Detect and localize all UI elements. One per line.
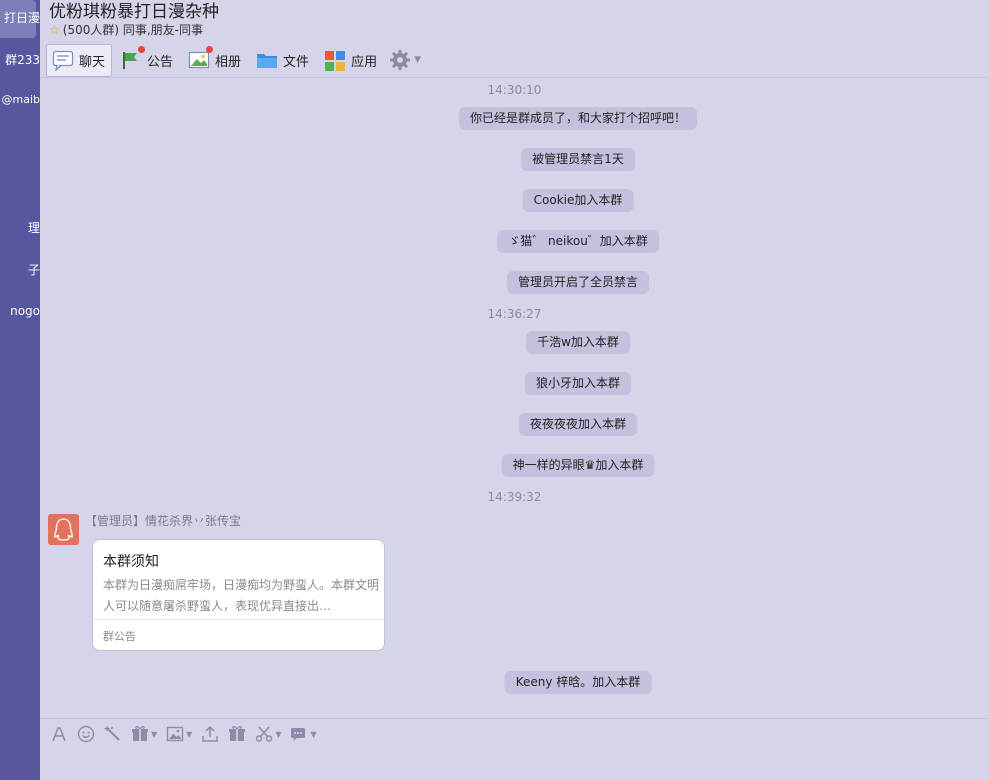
sidebar-item-contact[interactable]: 子	[0, 261, 40, 278]
sender-name[interactable]: 【管理员】情花杀界丷张传宝	[85, 512, 241, 529]
upload-icon	[202, 725, 219, 742]
system-message: Keeny 梓晗。加入本群	[504, 671, 652, 694]
font-icon	[52, 727, 66, 742]
card-divider	[93, 619, 384, 620]
system-message: 被管理员禁言1天	[521, 148, 635, 171]
chevron-down-icon: ▼	[186, 729, 193, 739]
tab-label: 公告	[147, 54, 174, 70]
gift-box-icon	[132, 726, 148, 741]
group-title: 优粉琪粉暴打日漫杂种	[49, 2, 219, 22]
scissors-icon	[256, 726, 273, 742]
emoji-button[interactable]	[77, 725, 95, 743]
tab-apps[interactable]: 应用	[318, 44, 384, 77]
sidebar-item-contact[interactable]: nogo	[0, 304, 40, 318]
settings-menu-button[interactable]: ▼	[386, 44, 428, 77]
message-input[interactable]	[40, 748, 989, 780]
sidebar-item-contact[interactable]: @maib	[0, 93, 41, 106]
group-tabs: 聊天 公告 相册 文件 应用 ▼	[46, 43, 430, 77]
gift-icon	[229, 726, 246, 741]
tab-chat[interactable]: 聊天	[46, 43, 113, 77]
system-message: 管理员开启了全员禁言	[506, 271, 650, 294]
emoji-icon	[77, 725, 95, 743]
timestamp: 14:30:10	[487, 83, 542, 97]
message-list[interactable]: 14:30:10 你已经是群成员了，和大家打个招呼吧！ 被管理员禁言1天 Coo…	[40, 78, 989, 718]
chevron-down-icon: ▼	[310, 729, 317, 739]
upload-file-button[interactable]	[201, 725, 219, 743]
photo-album-icon	[188, 46, 214, 71]
tab-label: 相册	[215, 54, 242, 70]
announcement-footer: 群公告	[103, 630, 136, 643]
system-message: 千浩w加入本群	[526, 331, 630, 354]
system-message: Cookie加入本群	[522, 189, 634, 212]
input-divider	[40, 718, 989, 719]
system-message: ゞ猫゛ neikou゛加入本群	[497, 230, 659, 253]
announcement-title: 本群须知	[103, 554, 159, 570]
group-subtitle: ☆ (500人群) 同事,朋友-同事	[49, 21, 203, 38]
input-toolbar: ▼ ▼ ▼ ▼	[50, 722, 326, 746]
announcement-body: 本群为日漫痴屌牢场，日漫痴均为野蛮人。本群文明人可以随意屠杀野蛮人，表现优异直接…	[103, 578, 379, 613]
timestamp: 14:36:27	[487, 307, 542, 321]
announcement-card[interactable]: 本群须知 本群为日漫痴屌牢场，日漫痴均为野蛮人。本群文明人可以随意屠杀野蛮人，表…	[92, 539, 385, 651]
apps-grid-icon	[324, 49, 346, 71]
contact-sidebar: 打日漫 群233 @maib 理 子 nogo	[0, 0, 40, 780]
image-menu-button[interactable]: ▼	[166, 725, 192, 743]
chat-record-icon	[291, 728, 306, 741]
system-message: 夜夜夜夜加入本群	[518, 413, 638, 436]
system-message: 你已经是群成员了，和大家打个招呼吧！	[458, 107, 698, 130]
magic-wand-icon	[104, 726, 120, 741]
tab-label: 应用	[351, 54, 378, 70]
chevron-down-icon: ▼	[151, 729, 158, 739]
image-icon	[166, 726, 184, 742]
chevron-down-icon: ▼	[414, 55, 421, 65]
chevron-down-icon: ▼	[275, 729, 282, 739]
penguin-avatar-icon	[48, 514, 79, 545]
timestamp: 14:39:32	[487, 490, 542, 504]
tab-label: 文件	[283, 54, 310, 70]
sidebar-item-group[interactable]: 群233	[0, 51, 40, 68]
send-gift-button[interactable]	[228, 725, 246, 743]
gift-menu-button[interactable]: ▼	[131, 725, 157, 743]
font-button[interactable]	[50, 725, 68, 743]
badge-dot	[138, 46, 146, 53]
sidebar-item-current-group[interactable]: 打日漫	[0, 9, 40, 26]
star-icon: ☆	[49, 23, 60, 37]
badge-dot	[206, 46, 214, 53]
tab-announcement[interactable]: 公告	[114, 44, 180, 77]
magic-expression-button[interactable]	[104, 725, 122, 743]
chat-header: 优粉琪粉暴打日漫杂种 ☆ (500人群) 同事,朋友-同事	[40, 0, 989, 40]
chat-window: 优粉琪粉暴打日漫杂种 ☆ (500人群) 同事,朋友-同事 聊天 公告 相册 文…	[40, 0, 989, 780]
tab-files[interactable]: 文件	[250, 44, 316, 77]
system-message: 狼小牙加入本群	[524, 372, 632, 395]
avatar[interactable]	[48, 514, 79, 545]
tab-label: 聊天	[79, 54, 106, 70]
tab-album[interactable]: 相册	[182, 44, 248, 77]
screenshot-menu-button[interactable]: ▼	[255, 725, 281, 743]
folder-icon	[256, 49, 278, 71]
gear-icon	[389, 49, 411, 71]
group-member-info: (500人群) 同事,朋友-同事	[62, 23, 203, 37]
chat-bubble-icon	[52, 49, 74, 72]
announcement-flag-icon	[120, 46, 146, 71]
system-message: 神一样的异眼♛加入本群	[501, 454, 655, 477]
sidebar-item-contact[interactable]: 理	[0, 219, 40, 236]
chat-record-menu-button[interactable]: ▼	[290, 725, 317, 743]
